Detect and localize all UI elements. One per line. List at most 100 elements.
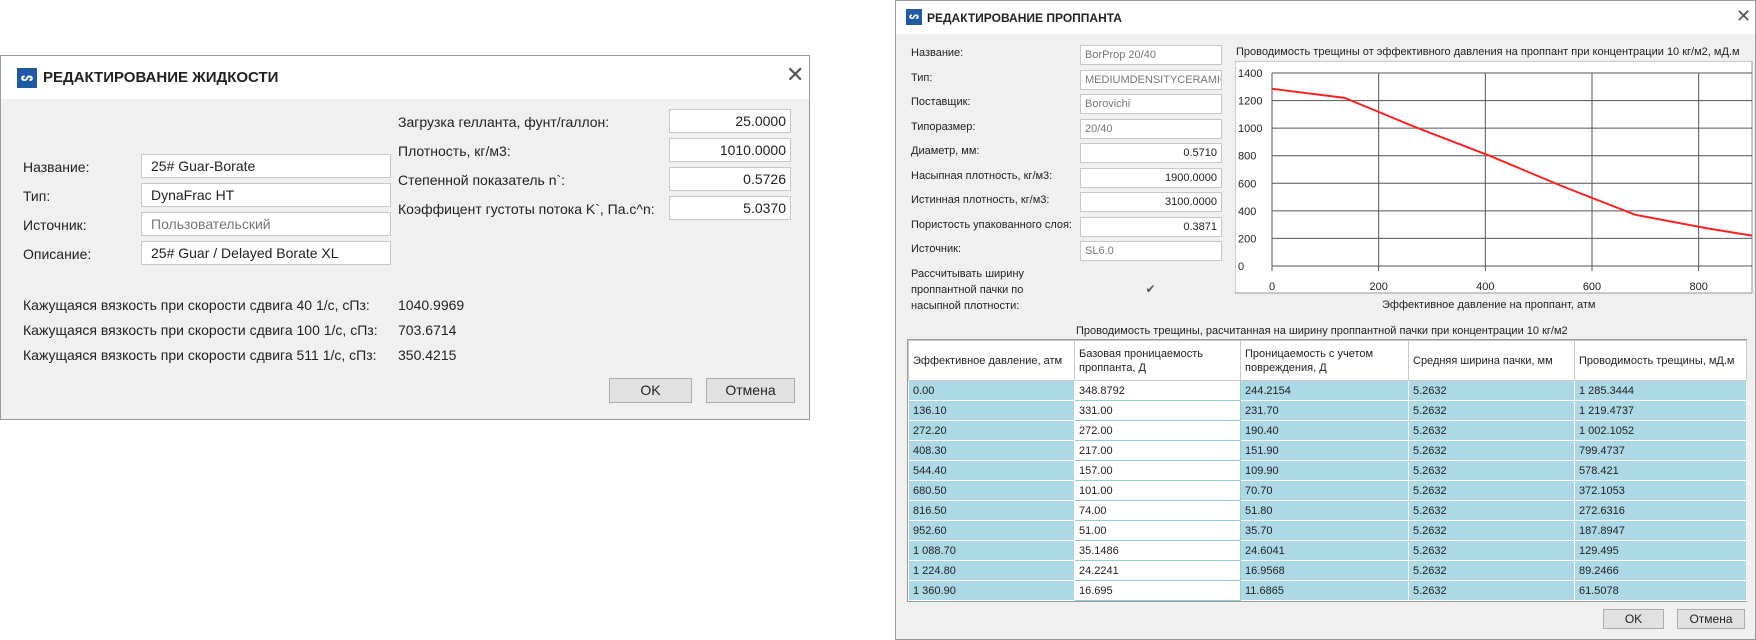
table-cell[interactable]: 5.2632: [1408, 560, 1575, 581]
fluid-field-input[interactable]: 25# Guar-Borate: [141, 154, 391, 178]
table-cell[interactable]: 5.2632: [1408, 500, 1575, 521]
fluid-rheology-input[interactable]: 25.0000: [669, 109, 791, 133]
proppant-cancel-button[interactable]: Отмена: [1677, 609, 1745, 629]
proppant-field-input[interactable]: Borovichi: [1080, 94, 1222, 114]
table-cell[interactable]: 129.495: [1574, 540, 1747, 561]
fluid-dialog-title: РЕДАКТИРОВАНИЕ ЖИДКОСТИ: [43, 69, 279, 86]
table-cell[interactable]: 190.40: [1240, 420, 1409, 441]
table-row[interactable]: 1 088.70 35.1486 24.6041 5.2632 129.495: [908, 540, 1747, 561]
fluid-rheology-input[interactable]: 5.0370: [669, 196, 791, 220]
viscosity-value: 350.4215: [398, 347, 457, 363]
table-cell[interactable]: 0.00: [908, 380, 1075, 401]
proppant-field-input[interactable]: 3100.0000: [1080, 192, 1222, 212]
table-row[interactable]: 136.10 331.00 231.70 5.2632 1 219.4737: [908, 400, 1747, 421]
table-cell[interactable]: 74.00: [1074, 500, 1241, 521]
table-cell[interactable]: 24.6041: [1240, 540, 1409, 561]
table-cell[interactable]: 16.9568: [1240, 560, 1409, 581]
fluid-rheology-input[interactable]: 1010.0000: [669, 138, 791, 162]
table-cell[interactable]: 5.2632: [1408, 440, 1575, 461]
table-cell[interactable]: 1 002.1052: [1574, 420, 1747, 441]
table-cell[interactable]: 16.695: [1074, 580, 1241, 601]
table-cell[interactable]: 109.90: [1240, 460, 1409, 481]
table-cell[interactable]: 544.40: [908, 460, 1075, 481]
fluid-ok-button[interactable]: OK: [609, 378, 692, 403]
table-cell[interactable]: 101.00: [1074, 480, 1241, 501]
table-row[interactable]: 0.00 348.8792 244.2154 5.2632 1 285.3444: [908, 380, 1747, 401]
proppant-field-input[interactable]: 20/40: [1080, 118, 1222, 139]
calc-width-checkbox[interactable]: ✔: [1144, 283, 1157, 296]
table-cell[interactable]: 1 360.90: [908, 580, 1075, 601]
table-cell[interactable]: 1 088.70: [908, 540, 1075, 561]
table-cell[interactable]: 51.80: [1240, 500, 1409, 521]
table-cell[interactable]: 5.2632: [1408, 380, 1575, 401]
table-cell[interactable]: 1 219.4737: [1574, 400, 1747, 421]
table-cell[interactable]: 408.30: [908, 440, 1075, 461]
fluid-field-input[interactable]: Пользовательский: [141, 212, 391, 236]
table-cell[interactable]: 331.00: [1074, 400, 1241, 421]
table-row[interactable]: 544.40 157.00 109.90 5.2632 578.421: [908, 460, 1747, 481]
table-cell[interactable]: 151.90: [1240, 440, 1409, 461]
table-cell[interactable]: 244.2154: [1240, 380, 1409, 401]
fluid-field-input[interactable]: 25# Guar / Delayed Borate XL: [141, 241, 391, 265]
table-column-header[interactable]: Базовая проницаемость проппанта, Д: [1074, 340, 1241, 381]
proppant-field-input[interactable]: SL6.0: [1080, 241, 1222, 261]
fluid-field-input[interactable]: DynaFrac HT: [141, 183, 391, 207]
table-row[interactable]: 1 224.80 24.2241 16.9568 5.2632 89.2466: [908, 560, 1747, 581]
table-cell[interactable]: 5.2632: [1408, 420, 1575, 441]
table-cell[interactable]: 578.421: [1574, 460, 1747, 481]
table-cell[interactable]: 799.4737: [1574, 440, 1747, 461]
table-cell[interactable]: 1 224.80: [908, 560, 1075, 581]
table-cell[interactable]: 89.2466: [1574, 560, 1747, 581]
table-column-header[interactable]: Средняя ширина пачки, мм: [1408, 340, 1575, 381]
table-cell[interactable]: 272.20: [908, 420, 1075, 441]
column-header-line: Проводимость трещины, мД.м: [1579, 354, 1735, 367]
table-cell[interactable]: 348.8792: [1074, 380, 1241, 401]
proppant-field-input[interactable]: MEDIUMDENSITYCERAMIC: [1080, 69, 1222, 90]
table-row[interactable]: 408.30 217.00 151.90 5.2632 799.4737: [908, 440, 1747, 461]
table-cell[interactable]: 5.2632: [1408, 400, 1575, 421]
table-row[interactable]: 272.20 272.00 190.40 5.2632 1 002.1052: [908, 420, 1747, 441]
proppant-field-input[interactable]: 1900.0000: [1080, 167, 1222, 188]
table-cell[interactable]: 136.10: [908, 400, 1075, 421]
fluid-cancel-button[interactable]: Отмена: [706, 378, 795, 403]
proppant-field-input[interactable]: BorProp 20/40: [1080, 45, 1222, 65]
table-cell[interactable]: 35.70: [1240, 520, 1409, 541]
table-cell[interactable]: 952.60: [908, 520, 1075, 541]
table-cell[interactable]: 5.2632: [1408, 460, 1575, 481]
table-cell[interactable]: 217.00: [1074, 440, 1241, 461]
table-cell[interactable]: 5.2632: [1408, 520, 1575, 541]
table-cell[interactable]: 61.5078: [1574, 580, 1747, 601]
close-icon[interactable]: ✕: [786, 65, 804, 87]
table-cell[interactable]: 187.8947: [1574, 520, 1747, 541]
table-cell[interactable]: 272.6316: [1574, 500, 1747, 521]
table-cell[interactable]: 1 285.3444: [1574, 380, 1747, 401]
table-row[interactable]: 816.50 74.00 51.80 5.2632 272.6316: [908, 500, 1747, 521]
table-cell[interactable]: 5.2632: [1408, 580, 1575, 601]
proppant-ok-button[interactable]: OK: [1603, 609, 1664, 629]
table-cell[interactable]: 372.1053: [1574, 480, 1747, 501]
table-cell[interactable]: 35.1486: [1074, 540, 1241, 561]
table-row[interactable]: 952.60 51.00 35.70 5.2632 187.8947: [908, 520, 1747, 541]
fluid-rheology-input[interactable]: 0.5726: [669, 167, 791, 191]
table-cell[interactable]: 231.70: [1240, 400, 1409, 421]
proppant-field-input[interactable]: 0.5710: [1080, 143, 1222, 163]
table-cell[interactable]: 680.50: [908, 480, 1075, 501]
table-cell[interactable]: 5.2632: [1408, 540, 1575, 561]
table-cell[interactable]: 272.00: [1074, 420, 1241, 441]
table-column-header[interactable]: Проницаемость с учетом повреждения, Д: [1240, 340, 1409, 381]
table-cell[interactable]: 24.2241: [1074, 560, 1241, 581]
table-cell[interactable]: 70.70: [1240, 480, 1409, 501]
table-column-header[interactable]: Эффективное давление, атм: [908, 340, 1075, 381]
table-row[interactable]: 680.50 101.00 70.70 5.2632 372.1053: [908, 480, 1747, 501]
proppant-field-input[interactable]: 0.3871: [1080, 216, 1222, 237]
close-icon[interactable]: ✕: [1736, 8, 1751, 26]
table-row[interactable]: 1 360.90 16.695 11.6865 5.2632 61.5078: [908, 580, 1747, 601]
table-cell[interactable]: 816.50: [908, 500, 1075, 521]
table-cell[interactable]: 157.00: [1074, 460, 1241, 481]
checkbox-label-line: насыпной плотности:: [911, 300, 1020, 312]
x-tick-label: 600: [1583, 281, 1601, 293]
table-cell[interactable]: 5.2632: [1408, 480, 1575, 501]
table-cell[interactable]: 11.6865: [1240, 580, 1409, 601]
table-column-header[interactable]: Проводимость трещины, мД.м: [1574, 340, 1747, 381]
table-cell[interactable]: 51.00: [1074, 520, 1241, 541]
